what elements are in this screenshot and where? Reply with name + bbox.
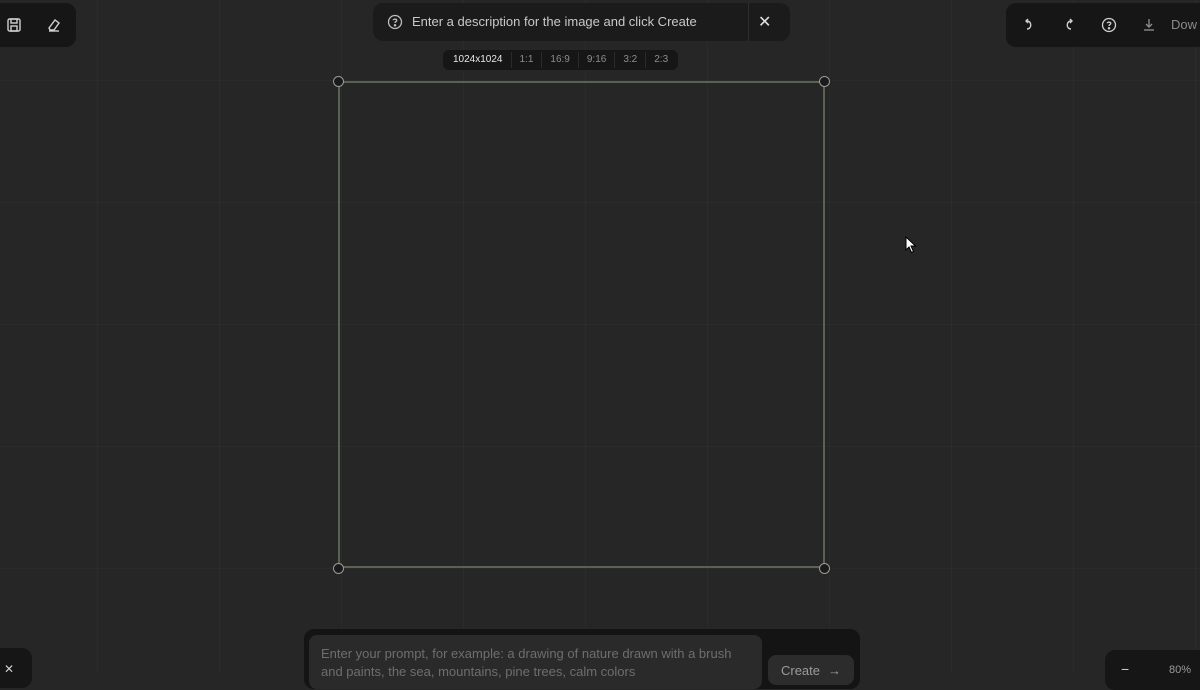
zoom-out-button[interactable]: − — [1121, 661, 1129, 677]
create-label: Create — [780, 662, 821, 678]
help-icon[interactable] — [1094, 10, 1124, 40]
download-icon[interactable] — [1134, 10, 1164, 40]
bottom-left-panel: ✕ — [0, 648, 32, 688]
hint-text: Enter a description for the image and cl… — [412, 14, 697, 29]
redo-icon[interactable] — [1054, 10, 1084, 40]
resize-handle-bottom-right[interactable] — [819, 563, 830, 574]
generation-frame[interactable] — [338, 81, 825, 568]
chip-9-16[interactable]: 9:16 — [579, 50, 614, 70]
arrow-right-icon: → — [828, 662, 842, 678]
left-toolbar — [0, 3, 76, 47]
chip-1024x1024[interactable]: 1024x1024 — [445, 50, 511, 70]
size-chip-bar: 1024x1024 1:1 16:9 9:16 3:2 2:3 — [443, 50, 679, 70]
close-icon[interactable]: ✕ — [758, 12, 771, 32]
resize-handle-top-right[interactable] — [819, 76, 830, 87]
hint-divider — [748, 3, 749, 41]
chip-16-9[interactable]: 16:9 — [542, 50, 577, 70]
zoom-level: 80% — [1169, 664, 1192, 676]
save-icon[interactable] — [0, 10, 29, 40]
create-button[interactable]: Create → — [768, 655, 854, 685]
prompt-dock: Create → — [304, 629, 860, 689]
help-icon — [387, 14, 403, 35]
download-label[interactable]: Dow — [1171, 17, 1197, 32]
right-toolbar: Dow — [1006, 3, 1200, 47]
hint-banner: Enter a description for the image and cl… — [373, 3, 790, 41]
chip-2-3[interactable]: 2:3 — [646, 50, 676, 70]
chip-1-1[interactable]: 1:1 — [512, 50, 542, 70]
zoom-panel: − 80% — [1105, 650, 1200, 690]
resize-handle-bottom-left[interactable] — [333, 563, 344, 574]
chip-3-2[interactable]: 3:2 — [615, 50, 645, 70]
undo-icon[interactable] — [1014, 10, 1044, 40]
prompt-input[interactable] — [309, 635, 762, 689]
mouse-cursor-icon — [905, 236, 917, 254]
eraser-icon[interactable] — [39, 10, 69, 40]
resize-handle-top-left[interactable] — [333, 76, 344, 87]
